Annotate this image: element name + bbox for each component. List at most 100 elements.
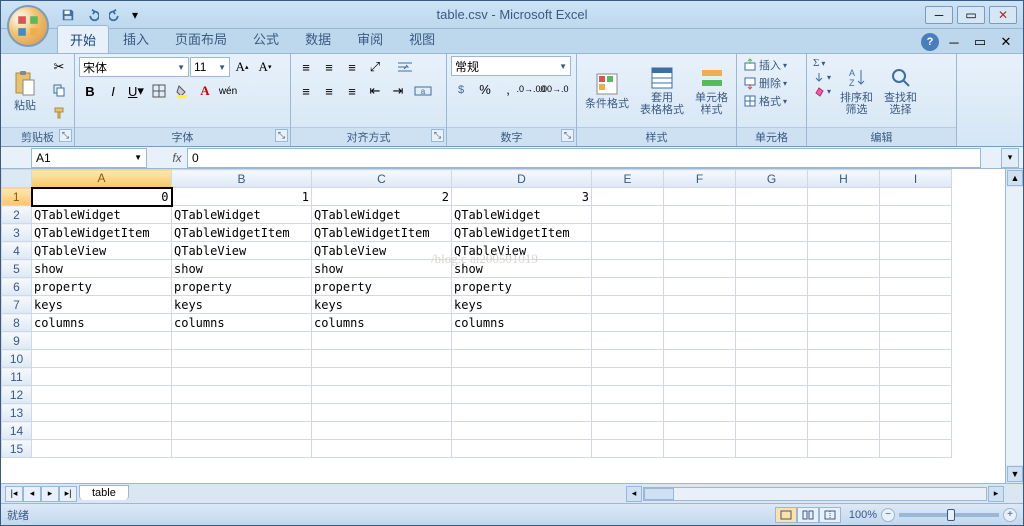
vertical-scrollbar[interactable]: ▲ ▼ [1005, 169, 1023, 483]
cell-I6[interactable] [880, 278, 952, 296]
cell-F8[interactable] [664, 314, 736, 332]
cell-E1[interactable] [592, 188, 664, 206]
decrease-decimal-icon[interactable]: .00→.0 [543, 78, 565, 100]
row-header-5[interactable]: 5 [2, 260, 32, 278]
insert-function-icon[interactable]: fx [167, 149, 187, 167]
row-header-7[interactable]: 7 [2, 296, 32, 314]
italic-icon[interactable]: I [102, 80, 124, 102]
cell-C13[interactable] [312, 404, 452, 422]
cell-D8[interactable]: columns [452, 314, 592, 332]
cell-B3[interactable]: QTableWidgetItem [172, 224, 312, 242]
percent-icon[interactable]: % [474, 78, 496, 100]
format-cells-button[interactable]: 格式▾ [741, 92, 789, 110]
cell-A14[interactable] [32, 422, 172, 440]
cell-F1[interactable] [664, 188, 736, 206]
cell-E13[interactable] [592, 404, 664, 422]
cell-D15[interactable] [452, 440, 592, 458]
worksheet[interactable]: /blog.c ai200501019 ABCDEFGHI101232QTabl… [1, 169, 1005, 483]
cell-E11[interactable] [592, 368, 664, 386]
cell-B8[interactable]: columns [172, 314, 312, 332]
prev-sheet-icon[interactable]: ◂ [23, 486, 41, 502]
cell-E6[interactable] [592, 278, 664, 296]
cell-D7[interactable]: keys [452, 296, 592, 314]
cell-H10[interactable] [808, 350, 880, 368]
cell-H6[interactable] [808, 278, 880, 296]
undo-icon[interactable] [81, 4, 103, 26]
cell-C6[interactable]: property [312, 278, 452, 296]
cell-G15[interactable] [736, 440, 808, 458]
cell-F5[interactable] [664, 260, 736, 278]
cell-H8[interactable] [808, 314, 880, 332]
cell-F2[interactable] [664, 206, 736, 224]
align-right-icon[interactable]: ≡ [341, 80, 363, 102]
cell-I11[interactable] [880, 368, 952, 386]
cell-H14[interactable] [808, 422, 880, 440]
close-button[interactable]: ✕ [989, 6, 1017, 24]
cell-G5[interactable] [736, 260, 808, 278]
cell-I7[interactable] [880, 296, 952, 314]
scroll-right-icon[interactable]: ▸ [988, 486, 1004, 502]
horizontal-scrollbar[interactable]: ◂ ▸ [625, 485, 1005, 503]
font-launcher-icon[interactable]: ⤡ [275, 129, 288, 142]
cell-G8[interactable] [736, 314, 808, 332]
align-launcher-icon[interactable]: ⤡ [431, 129, 444, 142]
format-painter-icon[interactable] [48, 102, 70, 124]
cell-E2[interactable] [592, 206, 664, 224]
cell-I12[interactable] [880, 386, 952, 404]
cell-A4[interactable]: QTableView [32, 242, 172, 260]
normal-view-icon[interactable] [775, 507, 797, 523]
cell-I1[interactable] [880, 188, 952, 206]
fill-button[interactable]: ▾ [811, 70, 833, 84]
cell-G13[interactable] [736, 404, 808, 422]
merge-center-icon[interactable]: a [410, 80, 436, 102]
row-header-8[interactable]: 8 [2, 314, 32, 332]
column-header-H[interactable]: H [808, 170, 880, 188]
cell-E12[interactable] [592, 386, 664, 404]
cell-A11[interactable] [32, 368, 172, 386]
cell-D1[interactable]: 3 [452, 188, 592, 206]
cell-B7[interactable]: keys [172, 296, 312, 314]
cell-E4[interactable] [592, 242, 664, 260]
tab-数据[interactable]: 数据 [293, 25, 343, 53]
cell-G11[interactable] [736, 368, 808, 386]
cell-H13[interactable] [808, 404, 880, 422]
cell-G2[interactable] [736, 206, 808, 224]
cell-A5[interactable]: show [32, 260, 172, 278]
cell-F3[interactable] [664, 224, 736, 242]
cell-C5[interactable]: show [312, 260, 452, 278]
shrink-font-icon[interactable]: A▾ [254, 56, 276, 78]
cell-I3[interactable] [880, 224, 952, 242]
cell-A13[interactable] [32, 404, 172, 422]
first-sheet-icon[interactable]: |◂ [5, 486, 23, 502]
cell-B10[interactable] [172, 350, 312, 368]
row-header-6[interactable]: 6 [2, 278, 32, 296]
cell-A9[interactable] [32, 332, 172, 350]
formula-bar[interactable]: 0 [187, 148, 981, 168]
zoom-in-icon[interactable]: + [1003, 508, 1017, 522]
cell-D14[interactable] [452, 422, 592, 440]
cell-H1[interactable] [808, 188, 880, 206]
phonetic-icon[interactable]: wén [217, 80, 239, 102]
cell-F14[interactable] [664, 422, 736, 440]
cell-H7[interactable] [808, 296, 880, 314]
find-select-button[interactable]: 查找和 选择 [880, 56, 921, 126]
column-header-C[interactable]: C [312, 170, 452, 188]
cell-D2[interactable]: QTableWidget [452, 206, 592, 224]
cell-B13[interactable] [172, 404, 312, 422]
format-as-table-button[interactable]: 套用 表格格式 [636, 56, 688, 126]
maximize-button[interactable]: ▭ [957, 6, 985, 24]
column-header-B[interactable]: B [172, 170, 312, 188]
cell-C15[interactable] [312, 440, 452, 458]
column-header-G[interactable]: G [736, 170, 808, 188]
row-header-13[interactable]: 13 [2, 404, 32, 422]
font-color-icon[interactable]: A [194, 80, 216, 102]
column-header-I[interactable]: I [880, 170, 952, 188]
tab-公式[interactable]: 公式 [241, 25, 291, 53]
cell-E10[interactable] [592, 350, 664, 368]
cell-I10[interactable] [880, 350, 952, 368]
align-top-icon[interactable]: ≡ [295, 56, 317, 78]
cell-I2[interactable] [880, 206, 952, 224]
mdi-minimize-icon[interactable]: ─ [943, 31, 965, 53]
cell-A6[interactable]: property [32, 278, 172, 296]
align-left-icon[interactable]: ≡ [295, 80, 317, 102]
